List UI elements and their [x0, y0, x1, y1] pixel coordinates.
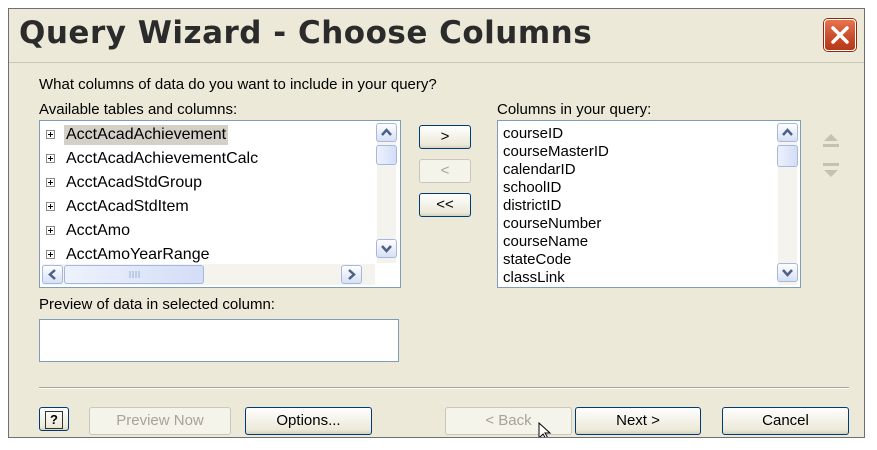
list-item[interactable]: courseID	[503, 125, 563, 143]
list-item[interactable]: courseName	[503, 233, 588, 251]
prompt-text: What columns of data do you want to incl…	[39, 76, 437, 93]
tree-item-label: AcctAmo	[66, 222, 131, 239]
list-item[interactable]: schoolID	[503, 179, 561, 197]
add-column-button[interactable]: >	[419, 125, 471, 149]
mouse-cursor-icon	[538, 422, 552, 437]
expand-icon[interactable]	[46, 226, 55, 235]
expand-icon[interactable]	[46, 250, 55, 259]
list-item[interactable]: stateCode	[503, 251, 571, 269]
tree-item-label: AcctAcadAchievement	[64, 125, 229, 145]
scroll-thumb[interactable]	[777, 145, 798, 167]
available-label: Available tables and columns:	[39, 101, 238, 118]
close-button[interactable]	[824, 19, 856, 51]
window-title: Query Wizard - Choose Columns	[19, 15, 593, 51]
tree-item-label: AcctAmoYearRange	[66, 246, 210, 263]
available-tables-list[interactable]: AcctAcadAchievement AcctAcadAchievementC…	[39, 120, 401, 288]
chevron-up-icon	[782, 128, 793, 136]
tree-item-label: AcctAcadAchievementCalc	[66, 150, 259, 167]
scroll-up-button[interactable]	[777, 123, 798, 142]
arrow-up-icon	[823, 134, 839, 147]
grip-icon	[129, 271, 140, 278]
list-item[interactable]: calendarID	[503, 161, 576, 179]
scroll-down-button[interactable]	[777, 263, 798, 282]
tree-item-label: AcctAcadStdItem	[66, 198, 189, 215]
preview-label: Preview of data in selected column:	[39, 296, 275, 313]
preview-now-button[interactable]: Preview Now	[89, 407, 231, 435]
close-icon	[831, 26, 849, 44]
list-item[interactable]: courseMasterID	[503, 143, 609, 161]
title-bar[interactable]: Query Wizard - Choose Columns	[9, 9, 864, 63]
horizontal-scrollbar[interactable]	[42, 264, 375, 285]
scroll-up-button[interactable]	[376, 123, 397, 142]
scroll-down-button[interactable]	[376, 239, 397, 258]
scroll-right-button[interactable]	[341, 265, 362, 284]
tree-item-label: AcctAcadStdGroup	[66, 174, 203, 191]
list-item[interactable]: classLink	[503, 269, 565, 287]
list-item[interactable]: courseNumber	[503, 215, 601, 233]
chevron-down-icon	[782, 269, 793, 277]
expand-icon[interactable]	[46, 154, 55, 163]
scroll-thumb[interactable]	[376, 145, 397, 165]
vertical-scrollbar[interactable]	[376, 123, 397, 263]
chevron-right-icon	[348, 269, 356, 280]
options-button[interactable]: Options...	[245, 407, 372, 435]
scroll-left-button[interactable]	[42, 265, 63, 284]
list-item[interactable]: districtID	[503, 197, 561, 215]
query-columns-label: Columns in your query:	[497, 101, 652, 118]
expand-icon[interactable]	[46, 178, 55, 187]
expand-icon[interactable]	[46, 202, 55, 211]
chevron-left-icon	[48, 269, 56, 280]
next-button[interactable]: Next >	[575, 407, 701, 435]
arrow-down-icon	[823, 163, 839, 177]
move-down-button[interactable]	[821, 159, 841, 181]
remove-column-button[interactable]: <	[419, 159, 471, 183]
preview-field	[39, 319, 399, 362]
expand-icon[interactable]	[46, 130, 55, 139]
footer-separator	[39, 387, 849, 389]
cancel-button[interactable]: Cancel	[722, 407, 849, 435]
help-button[interactable]: ?	[39, 407, 69, 431]
scroll-thumb-horizontal[interactable]	[64, 265, 204, 284]
query-columns-list[interactable]: courseID courseMasterID calendarID schoo…	[497, 120, 801, 288]
chevron-up-icon	[381, 128, 392, 136]
help-icon: ?	[45, 411, 63, 429]
chevron-down-icon	[381, 245, 392, 253]
move-up-button[interactable]	[821, 131, 841, 153]
remove-all-columns-button[interactable]: <<	[419, 193, 471, 217]
vertical-scrollbar[interactable]	[777, 123, 798, 285]
query-wizard-dialog: Query Wizard - Choose Columns What colum…	[8, 8, 865, 438]
